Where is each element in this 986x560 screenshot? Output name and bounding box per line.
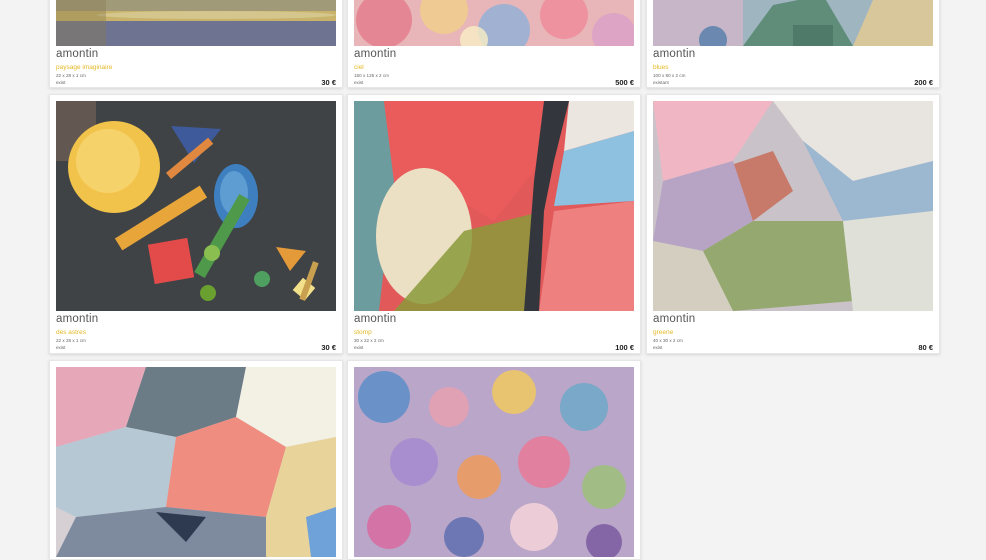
artwork-card[interactable]: amontin ciel 150 x 125 x 2 cm exist 500 … (347, 0, 641, 88)
artist-name[interactable]: amontin (354, 313, 396, 325)
artist-name[interactable]: amontin (653, 313, 695, 325)
artwork-title[interactable]: greene (653, 329, 673, 336)
artwork-dimensions: 100 x 80 x 2 cm (653, 73, 686, 78)
artwork-status: exist (56, 80, 66, 85)
artwork-status: exist (56, 345, 66, 350)
artwork-status: existant (653, 80, 669, 85)
artist-name[interactable]: amontin (653, 48, 695, 60)
artwork-dimensions: 150 x 125 x 2 cm (354, 73, 389, 78)
artwork-image[interactable] (56, 0, 336, 46)
artwork-price: 30 € (321, 343, 336, 352)
artwork-dimensions: 30 x 22 x 2 cm (354, 338, 384, 343)
artwork-status: exist (354, 80, 364, 85)
artist-name[interactable]: amontin (354, 48, 396, 60)
artwork-image[interactable] (354, 101, 634, 311)
artwork-image[interactable] (354, 0, 634, 46)
artwork-status: exist (653, 345, 663, 350)
artwork-card[interactable]: amontin blues 100 x 80 x 2 cm existant 2… (646, 0, 940, 88)
artwork-price: 200 € (914, 78, 933, 87)
artwork-image[interactable] (653, 101, 933, 311)
artwork-dimensions: 22 x 28 x 1 cm (56, 73, 86, 78)
artwork-card[interactable]: amontin stomp 30 x 22 x 2 cm exist 100 € (347, 94, 641, 354)
artwork-title[interactable]: stomp (354, 329, 372, 336)
artwork-image[interactable] (653, 0, 933, 46)
artwork-price: 30 € (321, 78, 336, 87)
artwork-title[interactable]: des astres (56, 329, 86, 336)
artwork-title[interactable]: paysage imaginaire (56, 64, 112, 71)
artwork-card[interactable]: amontin paysage imaginaire 22 x 28 x 1 c… (49, 0, 343, 88)
artwork-card[interactable]: amontin des astres 22 x 28 x 1 cm exist … (49, 94, 343, 354)
artwork-price: 100 € (615, 343, 634, 352)
artwork-image[interactable] (56, 101, 336, 311)
artwork-card[interactable] (347, 360, 641, 560)
artwork-price: 80 € (918, 343, 933, 352)
artwork-image[interactable] (354, 367, 634, 557)
artwork-dimensions: 40 x 30 x 2 cm (653, 338, 683, 343)
artwork-status: exist (354, 345, 364, 350)
artwork-title[interactable]: ciel (354, 64, 364, 71)
artist-name[interactable]: amontin (56, 48, 98, 60)
artwork-grid: amontin paysage imaginaire 22 x 28 x 1 c… (0, 0, 986, 560)
artwork-dimensions: 22 x 28 x 1 cm (56, 338, 86, 343)
artwork-title[interactable]: blues (653, 64, 669, 71)
artist-name[interactable]: amontin (56, 313, 98, 325)
artwork-card[interactable] (49, 360, 343, 560)
artwork-price: 500 € (615, 78, 634, 87)
artwork-image[interactable] (56, 367, 336, 557)
artwork-card[interactable]: amontin greene 40 x 30 x 2 cm exist 80 € (646, 94, 940, 354)
